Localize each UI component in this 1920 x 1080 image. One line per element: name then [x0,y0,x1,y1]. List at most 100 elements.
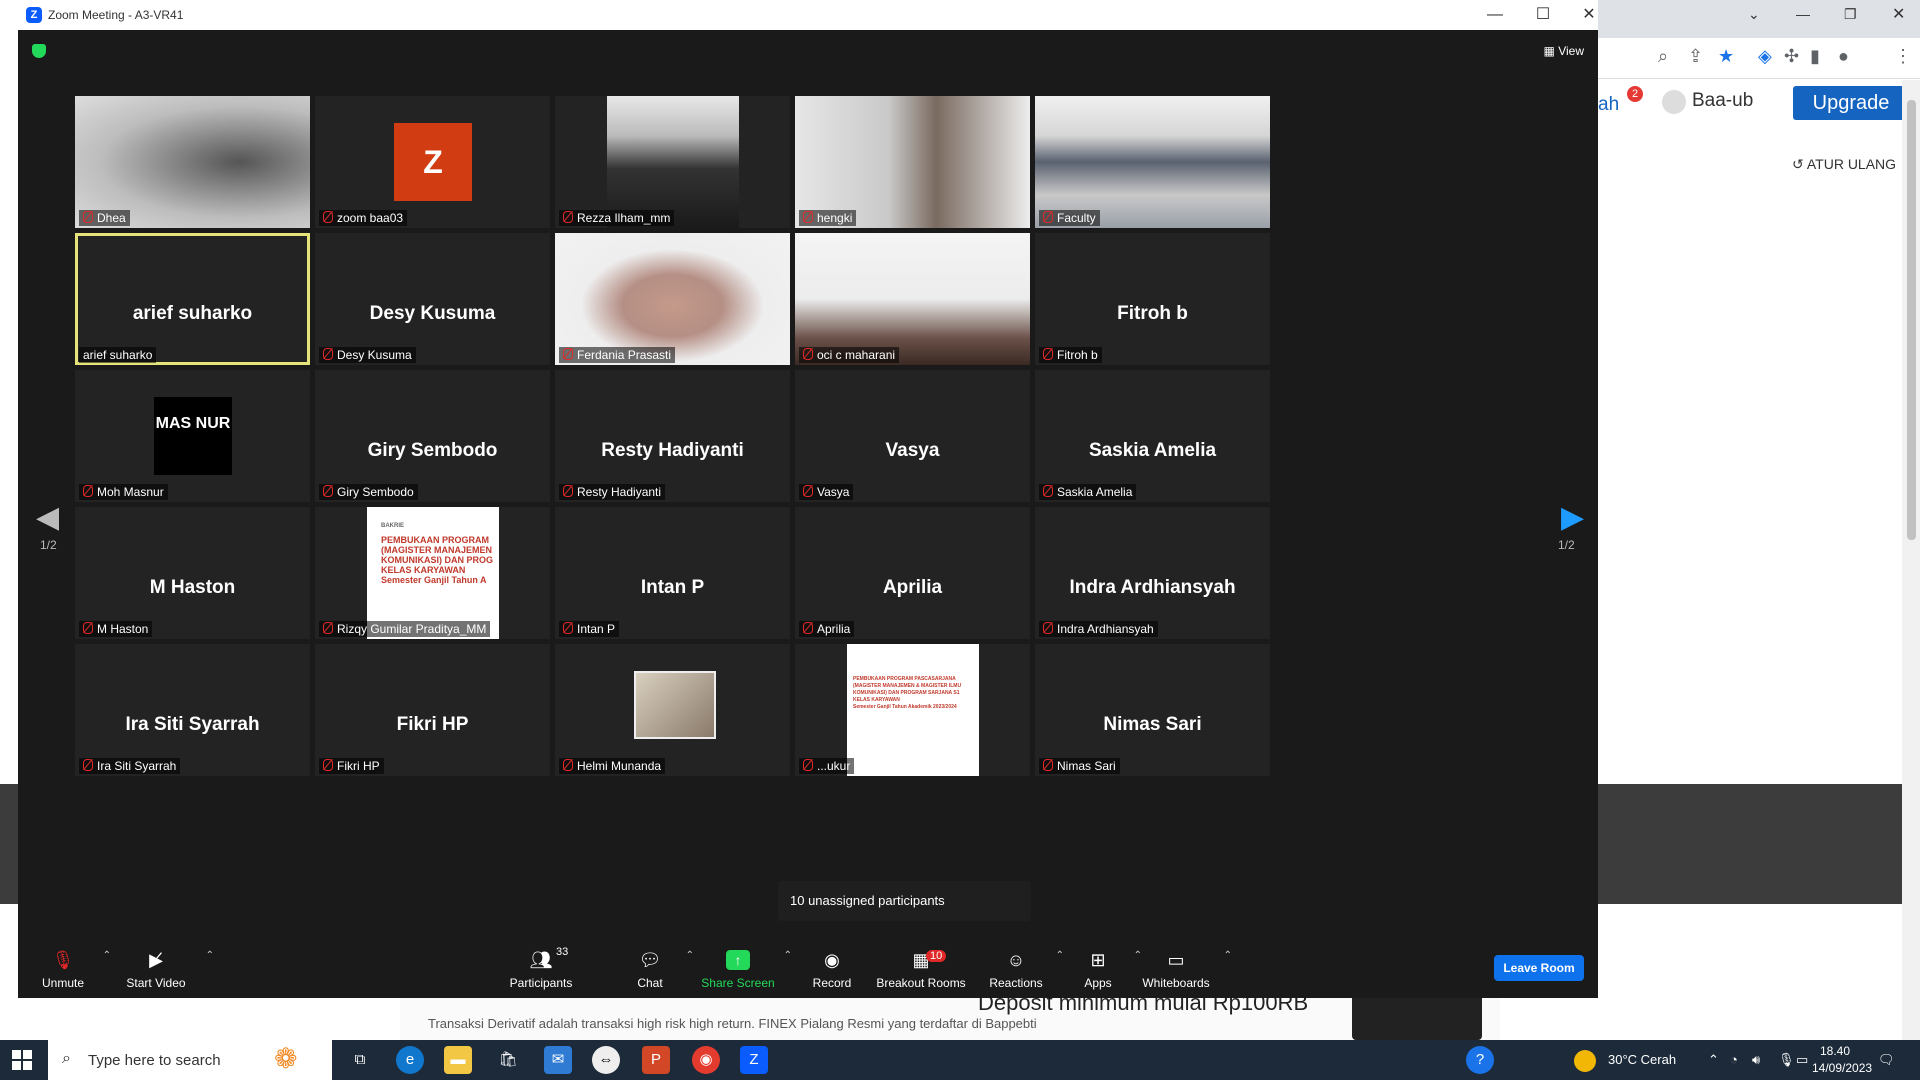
participant-tile[interactable]: Ira Siti Syarrah Ira Siti Syarrah [75,644,310,776]
profile-icon[interactable]: ● [1838,46,1849,67]
participant-tile[interactable]: MAS NUR Moh Masnur [75,370,310,502]
display-icon[interactable]: ▭ [1796,1052,1808,1068]
next-page-arrow-icon[interactable]: ▶ [1561,500,1584,535]
browser-minimize-icon[interactable]: — [1796,6,1810,22]
sidepanel-icon[interactable]: ▮ [1810,46,1820,67]
zoom-page-icon[interactable]: ⌕ [1658,46,1668,67]
participant-name: Ira Siti Syarrah [97,759,177,773]
unmute-button[interactable]: 🎙︎ Unmute ⌃ [23,938,111,998]
participant-tile[interactable]: Giry Sembodo Giry Sembodo [315,370,550,502]
browser-restore-icon[interactable]: ❐ [1844,6,1857,23]
participant-tile[interactable]: Vasya Vasya [795,370,1030,502]
participant-display-name: Intan P [640,577,705,598]
reset-link[interactable]: ↺ ATUR ULANG [1792,156,1896,173]
volume-icon[interactable]: 🔊︎ [1752,1052,1760,1068]
mic-muted-icon [563,622,573,634]
participant-tile[interactable]: Fitroh b Fitroh b [1035,233,1270,365]
powerpoint-icon[interactable]: P [642,1046,670,1074]
slide-line: PEMBUKAAN PROGRAM [381,535,489,545]
participant-tile[interactable]: Ferdania Prasasti [555,233,790,365]
edge-icon[interactable]: e [396,1046,424,1074]
participant-tile[interactable]: arief suharko arief suharko [75,233,310,365]
network-icon[interactable]: ◔ [1730,1052,1738,1067]
chat-caret-icon[interactable]: ⌃ [686,950,694,961]
close-icon[interactable]: ✕ [1574,4,1604,26]
participant-name-label: Giry Sembodo [319,484,418,500]
whiteboards-button[interactable]: ▭ Whiteboards ⌃ [1126,938,1232,998]
chrome-icon[interactable]: ◉ [692,1046,720,1074]
video-options-caret-icon[interactable]: ⌃ [206,950,214,961]
tray-chevron-icon[interactable]: ⌃ [1708,1052,1719,1068]
help-icon[interactable]: ? [1466,1046,1494,1074]
chat-button[interactable]: 💬︎ Chat ⌃ [610,938,694,998]
puzzle-icon[interactable]: ✣ [1784,46,1799,67]
upgrade-button[interactable]: Upgrade [1793,86,1909,120]
participant-tile[interactable]: Indra Ardhiansyah Indra Ardhiansyah [1035,507,1270,639]
participant-tile[interactable]: Saskia Amelia Saskia Amelia [1035,370,1270,502]
user-menu[interactable]: Baa-ub [1692,90,1753,112]
nav-fragment[interactable]: ah [1598,94,1619,116]
leave-room-button[interactable]: Leave Room [1494,955,1584,981]
notifications-icon[interactable]: 🗨︎ [1878,1052,1895,1068]
participant-tile[interactable]: hengki [795,96,1030,228]
notification-badge[interactable]: 2 [1627,86,1643,102]
file-explorer-icon[interactable]: ▬ [444,1046,472,1074]
participant-name-label: Vasya [799,484,854,500]
participant-tile[interactable]: Fikri HP Fikri HP [315,644,550,776]
encryption-shield-icon[interactable] [32,44,46,58]
share-caret-icon[interactable]: ⌃ [784,950,792,961]
participant-tile[interactable]: Intan P Intan P [555,507,790,639]
view-button[interactable]: ▦ View [1544,44,1584,58]
participant-tile[interactable]: BAKRIE PEMBUKAAN PROGRAM (MAGISTER MANAJEM… [315,507,550,639]
menu-dots-icon[interactable]: ⋮ [1894,46,1912,67]
participant-tile[interactable]: Resty Hadiyanti Resty Hadiyanti [555,370,790,502]
windows-start-icon[interactable] [12,1050,32,1070]
task-view-icon[interactable]: ⧉ [346,1046,374,1074]
whiteboard-icon: ▭ [1167,950,1185,970]
maximize-icon[interactable]: ☐ [1528,4,1558,26]
whiteboards-caret-icon[interactable]: ⌃ [1224,950,1232,961]
participants-button[interactable]: 👥︎ 33 Participants [500,938,582,998]
store-icon[interactable]: 🛍︎ [494,1046,522,1074]
browser-close-icon[interactable]: ✕ [1892,4,1905,24]
participant-tile[interactable]: Nimas Sari Nimas Sari [1035,644,1270,776]
record-button[interactable]: ◉ Record [792,938,872,998]
page-scrollbar[interactable] [1902,80,1920,1040]
teamviewer-icon[interactable]: ⇔ [592,1046,620,1074]
participant-tile[interactable]: Rezza Ilham_mm [555,96,790,228]
extension-icon[interactable]: ◈ [1758,46,1772,67]
scrollbar-thumb[interactable] [1907,100,1916,540]
mic-tray-icon[interactable]: 🎙︎ [1778,1052,1795,1068]
share-icon[interactable]: ⇪ [1688,46,1703,67]
participant-tile[interactable]: Faculty [1035,96,1270,228]
participant-tile[interactable]: Desy Kusuma Desy Kusuma [315,233,550,365]
clock-time[interactable]: 18.40 [1820,1044,1850,1058]
browser-chevron-icon[interactable]: ⌄ [1748,6,1760,23]
participant-tile[interactable]: PEMBUKAAN PROGRAM PASCASARJANA (MAGISTER … [795,644,1030,776]
mail-icon[interactable]: ✉ [544,1046,572,1074]
reactions-button[interactable]: ☺ Reactions ⌃ [976,938,1064,998]
start-video-button[interactable]: ▶̸ Start Video ⌃ [116,938,214,998]
browser-toolbar: ⌕ ⇪ ★ ◈ ✣ ▮ ● ⋮ [1598,38,1920,79]
bookmark-star-icon[interactable]: ★ [1718,46,1734,67]
participant-tile[interactable]: Zzoom baa03 [315,96,550,228]
participant-tile[interactable]: Aprilia Aprilia [795,507,1030,639]
participant-tile[interactable]: Helmi Munanda [555,644,790,776]
record-icon: ◉ [824,950,840,970]
face-video [555,233,790,365]
taskbar-search-box[interactable]: ⌕ Type here to search ❁ [48,1040,332,1080]
audio-options-caret-icon[interactable]: ⌃ [103,950,111,961]
participant-tile[interactable]: oci c maharani [795,233,1030,365]
weather-icon[interactable] [1574,1050,1596,1072]
mic-muted-icon [803,759,813,771]
weather-text[interactable]: 30°C Cerah [1608,1052,1676,1067]
zoom-taskbar-icon[interactable]: Z [740,1046,768,1074]
participant-tile[interactable]: M Haston M Haston [75,507,310,639]
prev-page-arrow-icon[interactable]: ◀ [36,500,59,535]
clock-date[interactable]: 14/09/2023 [1812,1061,1872,1075]
participant-tile[interactable]: Dhea [75,96,310,228]
share-screen-button[interactable]: ↑ Share Screen ⌃ [698,938,792,998]
minimize-icon[interactable]: — [1480,4,1510,26]
breakout-rooms-button[interactable]: ▦ 10 Breakout Rooms [866,938,976,998]
user-avatar[interactable] [1662,90,1686,114]
